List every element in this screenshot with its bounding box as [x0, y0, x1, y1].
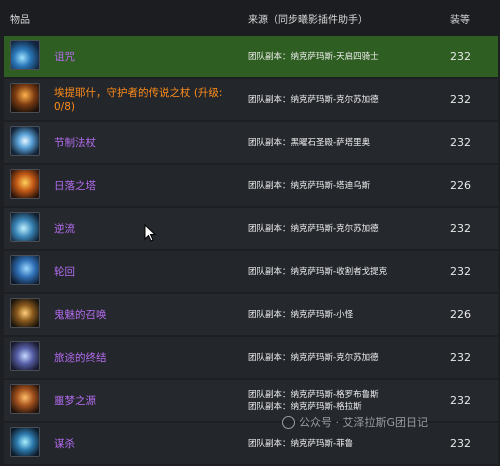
item-name-link[interactable]: 旅途的终结: [54, 337, 244, 378]
loot-row[interactable]: 日落之塔 团队副本：纳克萨玛斯-塔迪乌斯 226: [4, 165, 498, 206]
item-level-value: 232: [450, 136, 471, 149]
loot-row[interactable]: 旅途的终结 团队副本：纳克萨玛斯-克尔苏加德 232: [4, 337, 498, 378]
watermark: 公众号 · 艾泽拉斯G团日记: [282, 414, 428, 430]
source-column-header[interactable]: 来源（同步曦影插件助手）: [248, 11, 368, 26]
item-level-value: 232: [450, 437, 471, 450]
item-level-column-header[interactable]: 装等: [450, 11, 470, 26]
table-header: 物品 来源（同步曦影插件助手） 装等: [0, 0, 500, 36]
tower-icon[interactable]: [10, 169, 40, 199]
item-level-value: 232: [450, 50, 471, 63]
item-level-value: 226: [450, 308, 471, 321]
watermark-text: 公众号 · 艾泽拉斯G团日记: [299, 416, 429, 429]
orb-icon[interactable]: [10, 255, 40, 285]
item-source: 团队副本：纳克萨玛斯-克尔苏加德: [248, 208, 438, 249]
item-name-link[interactable]: 噩梦之源: [54, 380, 244, 421]
sword-icon[interactable]: [10, 298, 40, 328]
item-name-link[interactable]: 轮回: [54, 251, 244, 292]
loot-row[interactable]: 埃提耶什，守护者的传说之杖 (升级: 0/8) 团队副本：纳克萨玛斯-克尔苏加德 2…: [4, 79, 498, 120]
item-source: 团队副本：黑曜石圣殿-萨塔里奥: [248, 122, 438, 163]
loot-row[interactable]: 诅咒 团队副本：纳克萨玛斯-天启四骑士 232: [4, 36, 498, 77]
item-name-link[interactable]: 埃提耶什，守护者的传说之杖 (升级: 0/8): [54, 79, 244, 120]
crossbow-icon[interactable]: [10, 341, 40, 371]
item-source: 团队副本：纳克萨玛斯-塔迪乌斯: [248, 165, 438, 206]
source-line: 团队副本：黑曜石圣殿-萨塔里奥: [248, 137, 371, 148]
knife-icon[interactable]: [10, 427, 40, 457]
source-line: 团队副本：纳克萨玛斯-塔迪乌斯: [248, 180, 371, 191]
item-name-link[interactable]: 谋杀: [54, 423, 244, 464]
item-level-value: 226: [450, 179, 471, 192]
source-line: 团队副本：纳克萨玛斯-格拉斯: [248, 401, 362, 412]
loot-row[interactable]: 节制法杖 团队副本：黑曜石圣殿-萨塔里奥 232: [4, 122, 498, 163]
item-level-value: 232: [450, 265, 471, 278]
item-column-header[interactable]: 物品: [10, 11, 30, 26]
loot-row[interactable]: 轮回 团队副本：纳克萨玛斯-收割者戈提克 232: [4, 251, 498, 292]
wechat-logo-icon: [282, 415, 295, 429]
item-source: 团队副本：纳克萨玛斯-小怪: [248, 294, 438, 335]
source-line: 团队副本：纳克萨玛斯-克尔苏加德: [248, 94, 379, 105]
loot-row[interactable]: 逆流 团队副本：纳克萨玛斯-克尔苏加德 232: [4, 208, 498, 249]
item-name-link[interactable]: 节制法杖: [54, 122, 244, 163]
dagger-icon[interactable]: [10, 40, 40, 70]
item-source: 团队副本：纳克萨玛斯-天启四骑士: [248, 36, 438, 77]
loot-list: 诅咒 团队副本：纳克萨玛斯-天启四骑士 232 埃提耶什，守护者的传说之杖 (升级: …: [4, 36, 498, 466]
loot-row[interactable]: 鬼魅的召唤 团队副本：纳克萨玛斯-小怪 226: [4, 294, 498, 335]
source-line: 团队副本：纳克萨玛斯-收割者戈提克: [248, 266, 388, 277]
item-name-link[interactable]: 日落之塔: [54, 165, 244, 206]
item-name-link[interactable]: 鬼魅的召唤: [54, 294, 244, 335]
source-line: 团队副本：纳克萨玛斯-天启四骑士: [248, 51, 379, 62]
source-line: 团队副本：纳克萨玛斯-小怪: [248, 309, 354, 320]
source-line: 团队副本：纳克萨玛斯-克尔苏加德: [248, 352, 379, 363]
item-level-value: 232: [450, 222, 471, 235]
item-source: 团队副本：纳克萨玛斯-收割者戈提克: [248, 251, 438, 292]
item-level-value: 232: [450, 351, 471, 364]
mace-icon[interactable]: [10, 384, 40, 414]
item-level-value: 232: [450, 93, 471, 106]
wand-icon[interactable]: [10, 126, 40, 156]
source-line: 团队副本：纳克萨玛斯-格罗布鲁斯: [248, 389, 379, 400]
item-name-link[interactable]: 诅咒: [54, 36, 244, 77]
staff-icon[interactable]: [10, 83, 40, 113]
item-source: 团队副本：纳克萨玛斯-克尔苏加德: [248, 79, 438, 120]
mouse-cursor-icon: [144, 224, 156, 242]
blade-icon[interactable]: [10, 212, 40, 242]
item-level-value: 232: [450, 394, 471, 407]
item-source: 团队副本：纳克萨玛斯-克尔苏加德: [248, 337, 438, 378]
source-line: 团队副本：纳克萨玛斯-克尔苏加德: [248, 223, 379, 234]
